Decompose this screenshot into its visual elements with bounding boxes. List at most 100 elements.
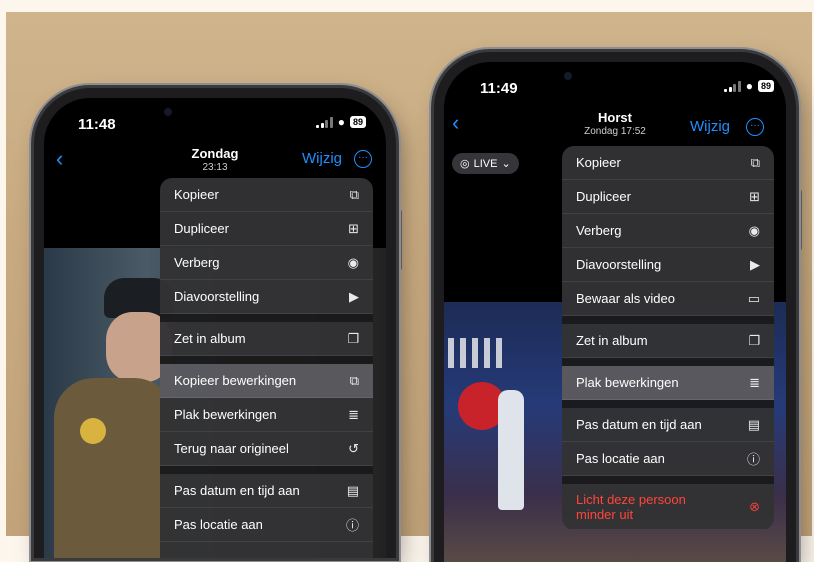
side-button [398, 210, 402, 270]
status-time: 11:49 [480, 80, 518, 97]
live-icon: ◎ [460, 158, 470, 170]
duplicate-icon: ⊞ [348, 220, 359, 236]
revert-icon: ↺ [348, 440, 359, 456]
play-icon: ▶ [750, 256, 760, 272]
right-phone-screen: 11:49 ● 89 ‹ Horst Zondag 17:52 Wijzig ·… [444, 62, 786, 562]
context-menu: Kopieer ⧉ Dupliceer ⊞ Verberg ◉ Diavoorstellin… [562, 146, 774, 530]
menu-separator [562, 400, 774, 408]
menu-item-diavoorstelling[interactable]: Diavoorstelling ▶ [160, 280, 373, 314]
menu-item-label: Verberg [576, 223, 622, 238]
menu-item-pas-locatie-aan[interactable]: Pas locatie aan ⓘ [562, 442, 774, 476]
nav-title-main: Horst [598, 110, 632, 125]
side-button [429, 180, 433, 222]
chevron-down-icon: ⌄ [501, 158, 511, 170]
menu-item-dupliceer[interactable]: Dupliceer ⊞ [562, 180, 774, 214]
menu-item-label: Dupliceer [576, 189, 631, 204]
left-phone: 11:48 ● 89 ‹ Zondag 23:13 Wijzig ··· Kop… [34, 88, 396, 558]
status-icons: ● 89 [724, 80, 774, 92]
menu-separator [562, 476, 774, 484]
camera [164, 108, 172, 116]
menu-item-terug-naar-origineel[interactable]: Terug naar origineel ↺ [160, 432, 373, 466]
eye-slash-icon: ◉ [748, 222, 760, 238]
notch [146, 98, 284, 128]
menu-item-label: Kopieer [576, 155, 621, 170]
copy-edits-icon: ⧉ [349, 372, 359, 388]
menu-item-label: Terug naar origineel [174, 441, 289, 456]
menu-item-label: Kopieer bewerkingen [174, 373, 297, 388]
eye-slash-icon: ◉ [347, 254, 359, 270]
menu-item-label: Pas datum en tijd aan [576, 417, 702, 432]
live-photo-toggle[interactable]: ◎ LIVE ⌄ [452, 153, 519, 174]
right-phone: 11:49 ● 89 ‹ Horst Zondag 17:52 Wijzig ·… [434, 52, 796, 562]
status-icons: ● 89 [316, 116, 366, 128]
wifi-icon: ● [337, 115, 345, 129]
menu-item-diavoorstelling[interactable]: Diavoorstelling ▶ [562, 248, 774, 282]
play-icon: ▶ [349, 288, 359, 304]
menu-item-licht-deze-persoon-minder-uit[interactable]: Licht deze persoon minder uit ⊗ [562, 484, 774, 530]
menu-item-dupliceer[interactable]: Dupliceer ⊞ [160, 212, 373, 246]
calendar-icon: ▤ [346, 482, 359, 498]
side-button [798, 190, 802, 250]
menu-item-verberg[interactable]: Verberg ◉ [160, 246, 373, 280]
wifi-icon: ● [745, 79, 753, 93]
location-icon: ⓘ [746, 452, 760, 467]
menu-item-bewaar-als-video[interactable]: Bewaar als video ▭ [562, 282, 774, 316]
location-icon: ⓘ [345, 518, 359, 533]
left-phone-screen: 11:48 ● 89 ‹ Zondag 23:13 Wijzig ··· Kop… [44, 98, 386, 558]
menu-item-label: Plak bewerkingen [174, 407, 277, 422]
nav-title: Horst Zondag 17:52 [444, 110, 786, 137]
status-time: 11:48 [78, 116, 116, 133]
edit-button[interactable]: Wijzig [690, 118, 730, 135]
menu-item-plak-bewerkingen[interactable]: Plak bewerkingen ≣ [160, 398, 373, 432]
signal-icon [316, 116, 333, 128]
person-shape [498, 390, 524, 510]
badge-rosette [80, 418, 106, 444]
more-options-icon[interactable]: ··· [354, 150, 372, 168]
album-icon: ❐ [748, 332, 760, 348]
paste-edits-icon: ≣ [749, 374, 760, 390]
copy-icon: ⧉ [750, 154, 760, 170]
menu-item-label: Plak bewerkingen [576, 375, 679, 390]
side-button [29, 170, 33, 196]
menu-item-pas-datum-en-tijd-aan[interactable]: Pas datum en tijd aan ▤ [160, 474, 373, 508]
side-button [429, 140, 433, 166]
menu-separator [562, 316, 774, 324]
menu-item-kopieer-bewerkingen[interactable]: Kopieer bewerkingen ⧉ [160, 364, 373, 398]
calendar-icon: ▤ [747, 416, 760, 432]
notch [546, 62, 684, 92]
nav-title-sub: Zondag 17:52 [584, 126, 646, 137]
menu-item-pas-datum-en-tijd-aan[interactable]: Pas datum en tijd aan ▤ [562, 408, 774, 442]
pins-shape [448, 338, 508, 368]
more-options-icon[interactable]: ··· [746, 118, 764, 136]
menu-item-zet-in-album[interactable]: Zet in album ❐ [160, 322, 373, 356]
menu-item-label: Pas locatie aan [174, 517, 263, 532]
album-icon: ❐ [347, 330, 359, 346]
duplicate-icon: ⊞ [749, 188, 760, 204]
sweater-shape [54, 378, 174, 558]
menu-item-label: Dupliceer [174, 221, 229, 236]
menu-item-label: Zet in album [174, 331, 246, 346]
right-navbar: ‹ Horst Zondag 17:52 Wijzig ··· [444, 106, 786, 148]
menu-item-label: Zet in album [576, 333, 648, 348]
menu-item-zet-in-album[interactable]: Zet in album ❐ [562, 324, 774, 358]
menu-item-label: Verberg [174, 255, 220, 270]
menu-item-label: Pas datum en tijd aan [174, 483, 300, 498]
menu-item-label: Bewaar als video [576, 291, 675, 306]
edit-button[interactable]: Wijzig [302, 150, 342, 167]
menu-item-pas-locatie-aan[interactable]: Pas locatie aan ⓘ [160, 508, 373, 542]
menu-item-label: Diavoorstelling [576, 257, 662, 272]
menu-item-label: Diavoorstelling [174, 289, 260, 304]
menu-item-label: Pas locatie aan [576, 451, 665, 466]
context-menu: Kopieer ⧉ Dupliceer ⊞ Verberg ◉ Diavoorstellin… [160, 178, 373, 558]
camera [564, 72, 572, 80]
menu-item-kopieer[interactable]: Kopieer ⧉ [562, 146, 774, 180]
menu-item-label: Licht deze persoon minder uit [576, 491, 686, 522]
menu-item-kopieer[interactable]: Kopieer ⧉ [160, 178, 373, 212]
live-label: LIVE [473, 157, 498, 170]
menu-item-verberg[interactable]: Verberg ◉ [562, 214, 774, 248]
menu-separator [160, 356, 373, 364]
battery-badge: 89 [757, 80, 774, 92]
copy-icon: ⧉ [349, 186, 359, 202]
menu-item-plak-bewerkingen[interactable]: Plak bewerkingen ≣ [562, 366, 774, 400]
paste-edits-icon: ≣ [348, 406, 359, 422]
